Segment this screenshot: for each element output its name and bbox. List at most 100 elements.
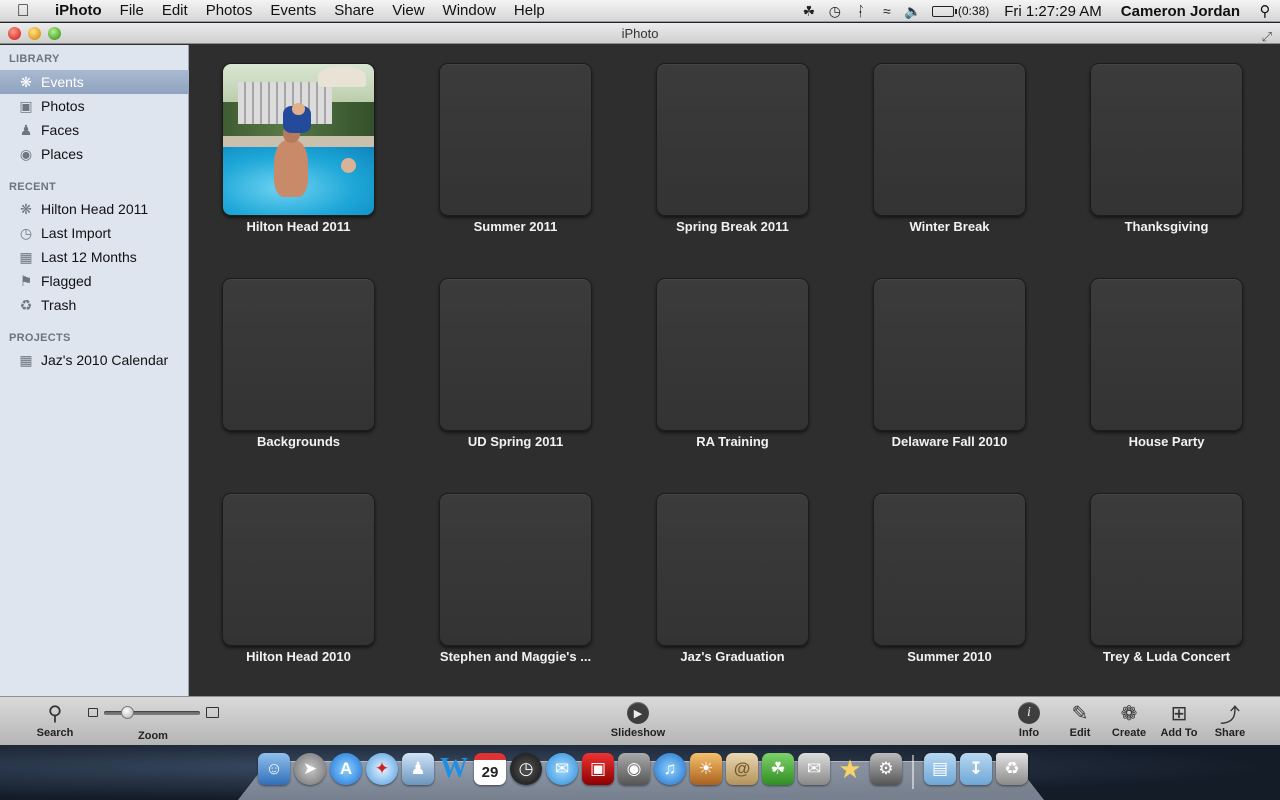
event-thumbnail[interactable] — [873, 278, 1026, 431]
folder-icon[interactable]: ▤ — [924, 753, 956, 785]
close-window-button[interactable] — [8, 27, 21, 40]
contacts-icon[interactable]: @ — [726, 753, 758, 785]
minimize-window-button[interactable] — [28, 27, 41, 40]
photo-booth-icon[interactable]: ▣ — [582, 753, 614, 785]
spotlight-search-icon[interactable]: ⚲ — [1250, 2, 1280, 20]
imovie-icon[interactable]: ★ — [834, 753, 866, 785]
menu-window[interactable]: Window — [434, 0, 505, 22]
downloads-icon[interactable]: ↧ — [960, 753, 992, 785]
event-title[interactable]: RA Training — [642, 434, 823, 449]
word-icon[interactable]: W — [438, 753, 470, 785]
pencil-icon: ✎ — [1071, 702, 1089, 725]
battery-status[interactable]: (0:38) — [926, 4, 995, 18]
event-title[interactable]: Spring Break 2011 — [642, 219, 823, 234]
preview-icon[interactable]: ♟ — [402, 753, 434, 785]
zoom-slider[interactable] — [104, 706, 200, 719]
event-thumbnail[interactable] — [656, 278, 809, 431]
event-thumbnail[interactable] — [439, 493, 592, 646]
event-title[interactable]: House Party — [1076, 434, 1257, 449]
event-title[interactable]: Stephen and Maggie's ... — [425, 649, 606, 664]
projects-header: PROJECTS — [9, 332, 71, 344]
sidebar-item-label: Last Import — [41, 225, 112, 241]
fullscreen-icon[interactable]: ⤢ — [1262, 26, 1272, 47]
trash-icon[interactable]: ♻ — [996, 753, 1028, 785]
event-thumbnail[interactable] — [1090, 63, 1243, 216]
event-title[interactable]: Backgrounds — [208, 434, 389, 449]
sidebar-item-places[interactable]: ◉ Places — [0, 142, 189, 166]
sidebar-item-flagged[interactable]: ⚑ Flagged — [0, 269, 189, 293]
event-title[interactable]: Thanksgiving — [1076, 219, 1257, 234]
event-title[interactable]: Summer 2010 — [859, 649, 1040, 664]
event-title[interactable]: Hilton Head 2011 — [208, 219, 389, 234]
sidebar-item-events[interactable]: ❋ Events — [0, 70, 189, 94]
event-title[interactable]: Trey & Luda Concert — [1076, 649, 1257, 664]
menu-help[interactable]: Help — [505, 0, 554, 22]
sidebar-item-hilton-head-2011[interactable]: ❋ Hilton Head 2011 — [0, 197, 189, 221]
itunes-icon[interactable]: ♫ — [654, 753, 686, 785]
events-grid: Hilton Head 2011 Summer 2011 Spring Brea… — [190, 45, 1280, 696]
launchpad-icon[interactable]: ➤ — [294, 753, 326, 785]
menu-clock[interactable]: Fri 1:27:29 AM — [995, 3, 1111, 20]
event-title[interactable]: Winter Break — [859, 219, 1040, 234]
event-thumbnail[interactable] — [439, 278, 592, 431]
menu-file[interactable]: File — [111, 0, 153, 22]
system-preferences-icon[interactable]: ⚙ — [870, 753, 902, 785]
menu-app-name[interactable]: iPhoto — [46, 0, 111, 22]
search-button[interactable]: ⚲ Search — [25, 699, 85, 744]
event-thumbnail[interactable] — [222, 493, 375, 646]
menu-photos[interactable]: Photos — [197, 0, 262, 22]
sidebar-item-photos[interactable]: ▣ Photos — [0, 94, 189, 118]
zoom-in-icon[interactable] — [206, 707, 219, 718]
sidebar-item-jazs-2010-calendar[interactable]: ▦ Jaz's 2010 Calendar — [0, 348, 189, 372]
menu-edit[interactable]: Edit — [153, 0, 197, 22]
event-thumbnail[interactable] — [656, 493, 809, 646]
apple-menu-icon[interactable]:  — [0, 1, 46, 21]
event-thumbnail[interactable] — [1090, 493, 1243, 646]
event-thumbnail[interactable] — [873, 63, 1026, 216]
evernote-status-icon[interactable]: ☘ — [796, 3, 822, 20]
dashboard-icon[interactable]: ◷ — [510, 753, 542, 785]
evernote-icon[interactable]: ☘ — [762, 753, 794, 785]
event-title[interactable]: UD Spring 2011 — [425, 434, 606, 449]
safari-icon[interactable]: ✦ — [366, 753, 398, 785]
event-thumbnail[interactable] — [222, 278, 375, 431]
volume-icon[interactable]: 🔈 — [900, 3, 926, 20]
sidebar-item-last-12-months[interactable]: ▦ Last 12 Months — [0, 245, 189, 269]
calendar-icon[interactable]: 29 — [474, 753, 506, 785]
facetime-icon[interactable]: ◉ — [618, 753, 650, 785]
menu-events[interactable]: Events — [261, 0, 325, 22]
time-machine-icon[interactable]: ◷ — [822, 3, 848, 20]
menu-share[interactable]: Share — [325, 0, 383, 22]
sidebar-item-last-import[interactable]: ◷ Last Import — [0, 221, 189, 245]
zoom-out-icon[interactable] — [88, 708, 98, 717]
sidebar-item-trash[interactable]: ♻ Trash — [0, 293, 189, 317]
event-title[interactable]: Jaz's Graduation — [642, 649, 823, 664]
calendar-icon: ▦ — [19, 351, 33, 368]
event-thumbnail[interactable] — [656, 63, 809, 216]
event-title[interactable]: Summer 2011 — [425, 219, 606, 234]
event-thumbnail[interactable] — [439, 63, 592, 216]
iphoto-icon[interactable]: ☀ — [690, 753, 722, 785]
messages-icon[interactable]: ✉ — [546, 753, 578, 785]
zoom-slider-knob[interactable] — [121, 706, 134, 719]
sidebar-item-faces[interactable]: ♟ Faces — [0, 118, 189, 142]
flag-icon: ⚑ — [19, 272, 33, 289]
mail-photo-icon[interactable]: ✉ — [798, 753, 830, 785]
event-thumbnail[interactable] — [222, 63, 375, 216]
menu-view[interactable]: View — [383, 0, 433, 22]
zoom-window-button[interactable] — [48, 27, 61, 40]
event-title[interactable]: Hilton Head 2010 — [208, 649, 389, 664]
bluetooth-icon[interactable]: ᛛ — [848, 3, 874, 19]
wifi-icon[interactable]: ≈ — [874, 3, 900, 19]
app-store-icon[interactable]: A — [330, 753, 362, 785]
event-thumbnail[interactable] — [1090, 278, 1243, 431]
clock-icon: ◷ — [19, 224, 33, 241]
photo-icon: ▣ — [19, 97, 33, 114]
event-thumbnail[interactable] — [873, 493, 1026, 646]
event-title[interactable]: Delaware Fall 2010 — [859, 434, 1040, 449]
finder-icon[interactable]: ☺ — [258, 753, 290, 785]
user-menu[interactable]: Cameron Jordan — [1111, 3, 1250, 20]
plus-icon: ⊞ — [1170, 702, 1188, 725]
share-button[interactable]: ⤴ Share — [1200, 699, 1260, 744]
slideshow-button[interactable]: ▶ Slideshow — [608, 699, 668, 744]
